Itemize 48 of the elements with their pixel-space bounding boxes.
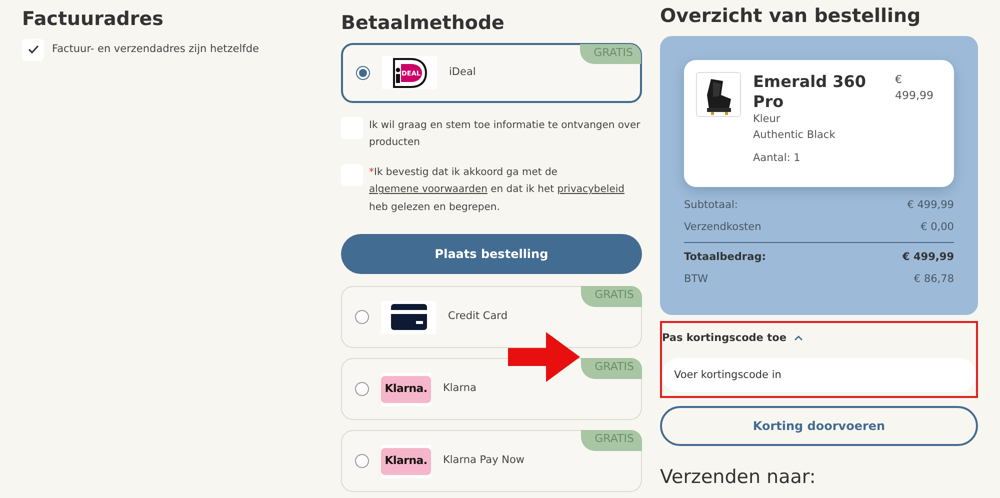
chevron-up-icon [794,335,804,342]
free-badge: GRATIS [580,44,641,64]
payment-logo: Klarna. [381,444,431,478]
discount-toggle[interactable]: Pas kortingscode toe [662,330,804,346]
section-title: Factuuradres [22,8,164,31]
payment-logo [381,300,436,334]
product-attribute: Authentic Black [753,128,836,143]
place-order-button[interactable]: Plaats bestelling [341,234,642,274]
radio-button[interactable] [356,66,370,80]
pointer-arrow [508,332,580,382]
radio-button[interactable] [355,454,369,468]
payment-name: Klarna [443,381,476,396]
payment-option[interactable]: Klarna. Klarna Pay Now GRATIS [341,430,642,492]
consent-text: *Ik bevestig dat ik akkoord ga met de algemene voorwaarden en dat ik het privacybeleid heb gelezen en begrepen. [369,166,626,215]
payment-name: iDeal [449,64,476,80]
product-name: Emerald 360 Pro [753,72,868,112]
check-icon [28,45,38,54]
total-label: Subtotaal: [684,199,738,213]
total-value: € 499,99 [907,199,954,213]
checkbox[interactable] [22,38,44,61]
payment-name: Klarna Pay Now [443,453,525,468]
free-badge: GRATIS [580,286,642,307]
payment-option[interactable]: Credit Card GRATIS [341,286,642,348]
total-label: BTW [684,272,708,287]
terms-link[interactable]: algemene voorwaarden [369,184,488,196]
payment-logo: Klarna. [381,372,431,406]
section-title: Betaalmethode [341,12,506,35]
total-value: € 499,99 [902,251,954,265]
total-label: Totaalbedrag: [684,251,766,265]
apply-discount-button[interactable]: Korting doorvoeren [660,406,978,446]
radio-button[interactable] [355,382,369,396]
total-value: € 0,00 [920,220,954,234]
product-price: € 499,99 [895,72,934,104]
section-title: Overzicht van bestelling [660,5,922,28]
free-badge: GRATIS [580,358,642,379]
radio-button[interactable] [355,310,369,324]
checkbox-label: Factuur- en verzendadres zijn hetzelfde [52,42,259,57]
section-title: Verzenden naar: [660,466,817,490]
total-value: € 86,78 [914,272,954,287]
quantity: Aantal: 1 [753,151,802,166]
free-badge: GRATIS [580,430,642,451]
consent-text: Ik wil graag en stem toe informatie te ontvangen over producten [369,118,642,150]
terms-link[interactable]: privacybeleid [557,184,624,196]
product-attribute: Kleur [753,112,782,127]
discount-code-field[interactable]: Voer kortingscode in [662,358,976,392]
total-label: Verzendkosten [684,220,762,234]
payment-option[interactable]: Klarna. Klarna GRATIS [341,358,642,420]
payment-name: Credit Card [448,309,508,324]
